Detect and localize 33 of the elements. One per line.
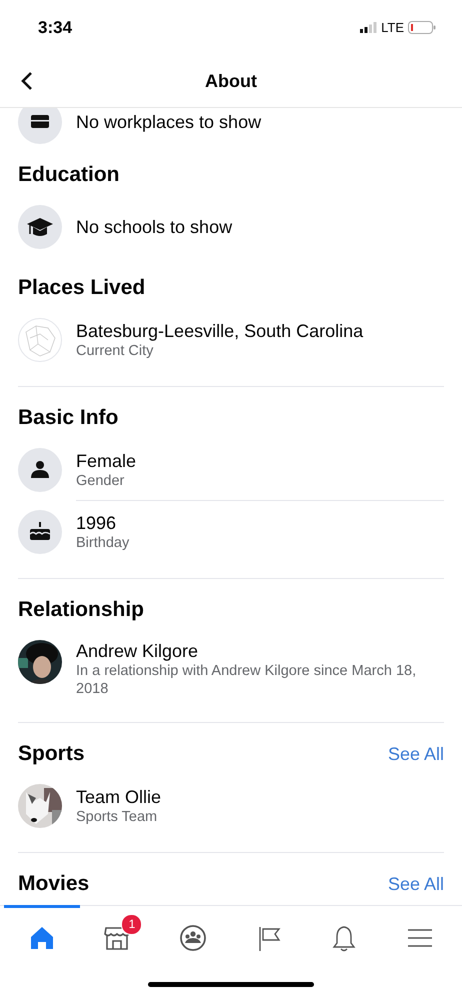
battery-icon [408, 21, 436, 34]
row-title: No schools to show [76, 216, 234, 238]
person-icon [18, 448, 62, 492]
section-heading: Movies [18, 872, 90, 896]
section-heading: Relationship [18, 598, 144, 622]
row-title: No workplaces to show [76, 111, 262, 133]
section-heading: Basic Info [18, 406, 118, 430]
row-subtitle: Birthday [76, 534, 130, 552]
status-time: 3:34 [38, 18, 72, 38]
section-heading: Education [18, 163, 120, 187]
row-title: 1996 [76, 512, 118, 534]
tab[interactable]: 1 [80, 905, 156, 968]
signal-icon [360, 22, 378, 33]
network-label: LTE [381, 20, 404, 35]
see-all-link[interactable]: See All [388, 744, 444, 764]
row-title: Andrew Kilgore [76, 640, 200, 662]
row-subtitle: Sports Team [76, 808, 158, 826]
row-title: Batesburg-Leesville, South Carolina [76, 320, 364, 342]
see-all-link[interactable]: See All [388, 874, 444, 894]
page-title: About [205, 70, 257, 92]
row-subtitle: Current City [76, 342, 154, 360]
map-icon [18, 318, 62, 362]
section-heading: Sports [18, 742, 85, 766]
cake-icon [18, 510, 62, 554]
graduation-cap-icon [18, 205, 62, 249]
section-heading: Places Lived [18, 276, 146, 300]
row-title: Team Ollie [76, 786, 162, 808]
row-title: Female [76, 450, 138, 472]
row-subtitle: Gender [76, 472, 126, 490]
groups-icon [179, 924, 208, 952]
notification-badge: 1 [121, 914, 142, 935]
store-icon [103, 924, 132, 952]
row-subtitle: In a relationship with Andrew Kilgore since March 18, 2018 [76, 662, 418, 698]
